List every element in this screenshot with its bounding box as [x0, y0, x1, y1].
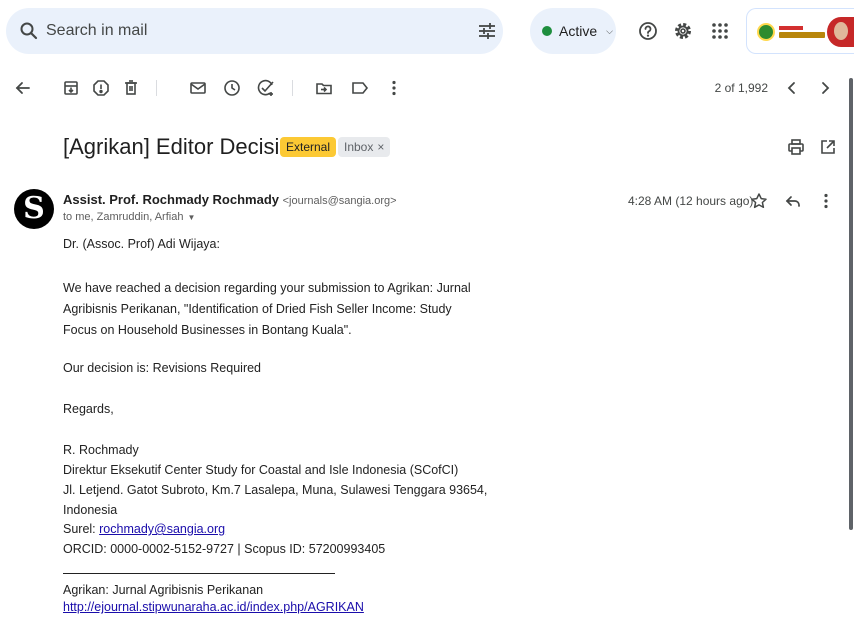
chevron-down-icon: ▼	[187, 213, 196, 222]
help-icon[interactable]	[638, 21, 658, 41]
back-arrow-icon[interactable]	[13, 78, 33, 98]
signature-email-label: Surel:	[63, 522, 100, 536]
star-icon[interactable]	[749, 191, 769, 211]
recipients-toggle[interactable]: to me, Zamruddin, Arfiah ▼	[63, 211, 195, 223]
email-subject: [Agrikan] Editor Decision	[63, 134, 304, 159]
snooze-icon[interactable]	[222, 78, 242, 98]
organization-logo	[757, 23, 825, 41]
message-toolbar: 2 of 1,992	[0, 72, 854, 104]
settings-icon[interactable]	[673, 21, 693, 41]
signature-address: Jl. Letjend. Gatot Subroto, Km.7 Lasalep…	[63, 483, 488, 497]
archive-icon[interactable]	[61, 78, 81, 98]
inbox-label-badge[interactable]: Inbox ×	[338, 137, 391, 157]
status-button[interactable]: Active ⌵	[530, 8, 616, 54]
body-paragraph-line: Agribisnis Perikanan, "Identification of…	[63, 302, 452, 316]
more-vert-icon[interactable]	[816, 191, 836, 211]
toolbar-divider	[292, 80, 293, 96]
signature-name: R. Rochmady	[63, 443, 139, 457]
sender-name[interactable]: Assist. Prof. Rochmady Rochmady	[63, 192, 279, 207]
signature-email-line: Surel: rochmady@sangia.org	[63, 522, 225, 536]
search-input[interactable]	[46, 20, 426, 42]
signature-title: Direktur Eksekutif Center Study for Coas…	[63, 463, 459, 477]
move-to-icon[interactable]	[314, 78, 334, 98]
signature-divider	[63, 573, 335, 574]
body-paragraph-line: Focus on Household Businesses in Bontang…	[63, 323, 352, 337]
filter-icon[interactable]	[477, 21, 497, 41]
footer-journal: Agrikan: Jurnal Agribisnis Perikanan	[63, 583, 264, 597]
university-seal-icon	[757, 23, 775, 41]
chevron-right-icon[interactable]	[815, 78, 835, 98]
university-wordmark	[779, 26, 825, 38]
sender-avatar[interactable]: S	[14, 189, 54, 229]
body-decision: Our decision is: Revisions Required	[63, 361, 262, 375]
sender-email: <journals@sangia.org>	[282, 195, 397, 207]
report-spam-icon[interactable]	[91, 78, 111, 98]
chevron-down-icon: ⌵	[606, 25, 613, 36]
external-label-badge: External	[280, 137, 337, 157]
search-icon[interactable]	[19, 21, 39, 41]
recipients-text: to me, Zamruddin, Arfiah	[63, 211, 184, 223]
signature-address: Indonesia	[63, 503, 118, 517]
reply-icon[interactable]	[783, 191, 803, 211]
more-vert-icon[interactable]	[384, 78, 404, 98]
pagination-count: 2 of 1,992	[714, 81, 768, 95]
message-timestamp: 4:28 AM (12 hours ago)	[628, 194, 754, 208]
chevron-left-icon[interactable]	[782, 78, 802, 98]
mark-unread-icon[interactable]	[188, 78, 208, 98]
status-label: Active	[559, 23, 598, 39]
status-indicator	[542, 26, 552, 36]
account-switcher[interactable]	[746, 8, 854, 54]
delete-icon[interactable]	[121, 78, 141, 98]
footer-journal-link[interactable]: http://ejournal.stipwunaraha.ac.id/index…	[63, 600, 364, 614]
open-in-new-window-icon[interactable]	[818, 137, 838, 157]
body-closing: Regards,	[63, 402, 114, 416]
inbox-label-text: Inbox	[344, 140, 374, 154]
toolbar-divider	[156, 80, 157, 96]
signature-email-link[interactable]: rochmady@sangia.org	[99, 522, 225, 536]
apps-grid-icon[interactable]	[710, 21, 730, 41]
print-icon[interactable]	[786, 137, 806, 157]
top-bar: Active ⌵	[0, 0, 854, 62]
scrollbar-thumb[interactable]	[849, 78, 853, 530]
signature-ids: ORCID: 0000-0002-5152-9727 | Scopus ID: …	[63, 542, 386, 556]
remove-label-icon[interactable]: ×	[377, 140, 384, 154]
label-icon[interactable]	[350, 78, 370, 98]
search-bar[interactable]	[6, 8, 503, 54]
body-paragraph-line: We have reached a decision regarding you…	[63, 281, 471, 295]
sender-line: Assist. Prof. Rochmady Rochmady <journal…	[63, 192, 397, 207]
body-greeting: Dr. (Assoc. Prof) Adi Wijaya:	[63, 237, 220, 251]
add-to-tasks-icon[interactable]	[256, 78, 276, 98]
avatar[interactable]	[827, 17, 854, 47]
